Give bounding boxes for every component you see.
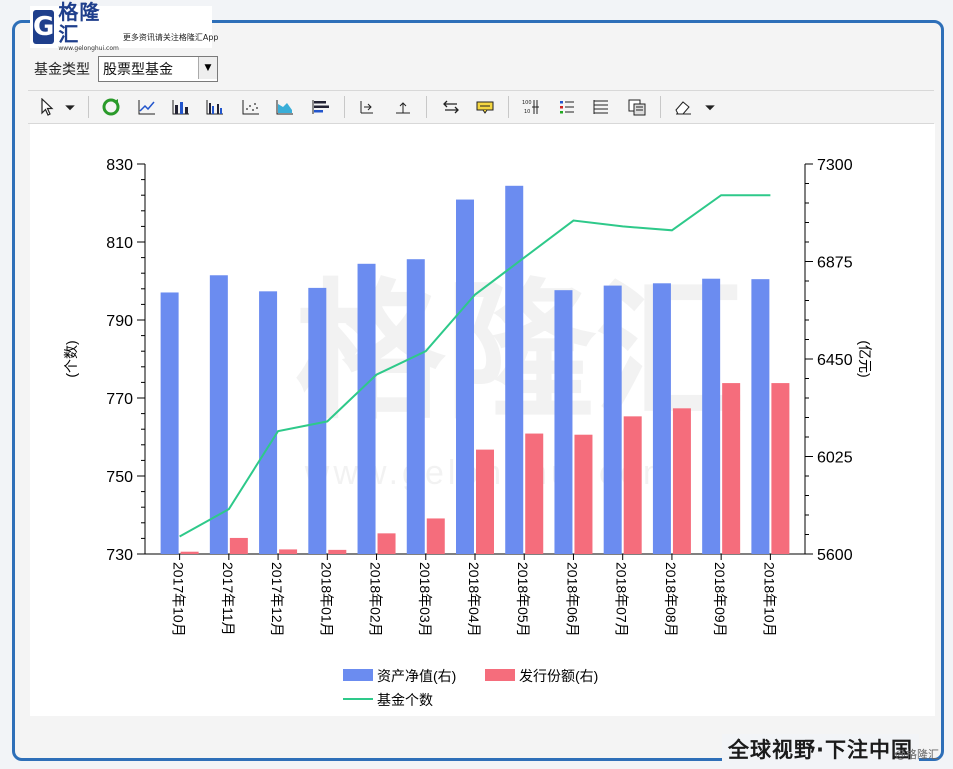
label-icon[interactable]	[474, 97, 496, 117]
x-tick-label: 2018年04月	[466, 562, 482, 637]
y-tick-label-left: 810	[106, 235, 133, 252]
bar-issued-share	[525, 433, 544, 554]
y-tick-label-left: 790	[106, 313, 133, 330]
x-tick-label: 2018年01月	[318, 562, 334, 637]
bar-issued-share	[623, 416, 642, 554]
x-tick-label: 2018年06月	[564, 562, 580, 637]
y-tick-label-right: 6875	[817, 255, 853, 272]
bar-net-asset	[652, 283, 671, 554]
bar-net-asset	[259, 291, 278, 554]
footer-slogan: 全球视野·下注中国	[722, 734, 919, 764]
bar-net-asset	[160, 292, 179, 554]
legend-icon[interactable]	[556, 97, 578, 117]
fund-type-filter: 基金类型 股票型基金 ▼	[34, 56, 218, 82]
bar-issued-share	[476, 449, 494, 554]
copy-icon[interactable]	[626, 97, 648, 117]
bar-issued-share	[180, 551, 199, 554]
legend-swatch-issued-share	[485, 669, 515, 681]
svg-text:100: 100	[522, 100, 532, 106]
bar-issued-share	[722, 383, 741, 554]
logo-mark: G	[33, 10, 55, 44]
line-chart-icon[interactable]	[136, 97, 158, 117]
bar-issued-share	[328, 549, 347, 554]
bar-net-asset	[456, 199, 474, 554]
bar-issued-share	[279, 549, 298, 554]
bar-issued-share	[377, 533, 396, 554]
legend-label-net-asset: 资产净值(右)	[377, 668, 456, 684]
y-tick-label-left: 830	[106, 157, 133, 174]
bar-issued-share	[771, 383, 790, 554]
bar-net-asset	[603, 285, 622, 554]
y-tick-label-right: 6025	[817, 450, 853, 467]
chevron-down-icon[interactable]	[62, 97, 78, 117]
x-tick-label: 2017年12月	[269, 562, 285, 637]
y-axis-title-left: (个数)	[63, 340, 79, 377]
column-chart-icon[interactable]	[204, 97, 226, 117]
bar-net-asset	[308, 287, 327, 554]
combo-chart: 格隆汇www.gelonghui.com73075077079081083056…	[63, 157, 873, 708]
x-tick-label: 2018年08月	[663, 562, 679, 637]
scatter-icon[interactable]	[240, 97, 262, 117]
svg-text:10: 10	[524, 109, 530, 115]
legend-label-fund-count: 基金个数	[377, 692, 433, 708]
y-tick-label-right: 5600	[817, 547, 853, 564]
fund-type-select[interactable]: 股票型基金 ▼	[98, 56, 218, 82]
brand-logo: G 格隆汇 www.gelonghui.com 更多资讯请关注格隆汇App	[30, 1, 219, 52]
area-chart-icon[interactable]	[274, 97, 296, 117]
x-tick-label: 2018年07月	[614, 562, 630, 637]
logo-name: 格隆汇	[58, 0, 101, 46]
x-tick-label: 2018年05月	[515, 562, 531, 637]
refresh-icon[interactable]	[100, 97, 122, 117]
fund-type-label: 基金类型	[34, 62, 90, 78]
bar-net-asset	[406, 259, 425, 554]
legend-swatch-net-asset	[343, 669, 373, 681]
x-tick-label: 2017年10月	[171, 562, 187, 637]
bar-net-asset	[505, 185, 524, 554]
bar-issued-share	[229, 537, 248, 554]
bar-issued-share	[426, 518, 445, 554]
y-tick-label-left: 730	[106, 547, 133, 564]
fund-type-selected: 股票型基金	[103, 62, 173, 78]
y-tick-label-left: 770	[106, 391, 133, 408]
y-tick-label-left: 750	[106, 469, 133, 486]
bar-issued-share	[672, 408, 691, 554]
pointer-icon[interactable]	[36, 97, 58, 117]
swap-icon[interactable]	[440, 97, 462, 117]
x-tick-label: 2017年11月	[220, 562, 236, 636]
footer-credit: @格隆汇	[895, 748, 939, 761]
x-tick-label: 2018年03月	[417, 562, 433, 637]
chart-area: 格隆汇www.gelonghui.com73075077079081083056…	[30, 124, 935, 716]
x-tick-label: 2018年10月	[761, 562, 777, 637]
bar-chart-icon[interactable]	[170, 97, 192, 117]
legend-label-issued-share: 发行份额(右)	[519, 668, 598, 684]
y-axis-title-right: (亿元)	[857, 340, 873, 377]
chevron-down-icon[interactable]	[702, 97, 718, 117]
data-values-icon[interactable]: 100 10	[520, 97, 542, 117]
bar-net-asset	[357, 263, 376, 554]
y-tick-label-right: 7300	[817, 157, 853, 174]
header-slogan: 更多资讯请关注格隆汇App	[122, 32, 219, 42]
bar-net-asset	[702, 278, 721, 554]
eraser-icon[interactable]	[672, 97, 694, 117]
bar-net-asset	[554, 290, 573, 554]
chart-toolbar: 100 10	[28, 90, 934, 124]
bar-net-asset	[751, 279, 770, 554]
y-tick-label-right: 6450	[817, 352, 853, 369]
x-tick-label: 2018年02月	[368, 562, 384, 637]
logo-url: www.gelonghui.com	[58, 45, 119, 52]
chevron-down-icon[interactable]: ▼	[198, 57, 217, 79]
gridlines-icon[interactable]	[590, 97, 612, 117]
zoom-x-icon[interactable]	[356, 97, 378, 117]
x-tick-label: 2018年09月	[712, 562, 728, 637]
horizontal-bar-icon[interactable]	[310, 97, 332, 117]
bar-issued-share	[574, 434, 593, 554]
zoom-y-icon[interactable]	[392, 97, 414, 117]
